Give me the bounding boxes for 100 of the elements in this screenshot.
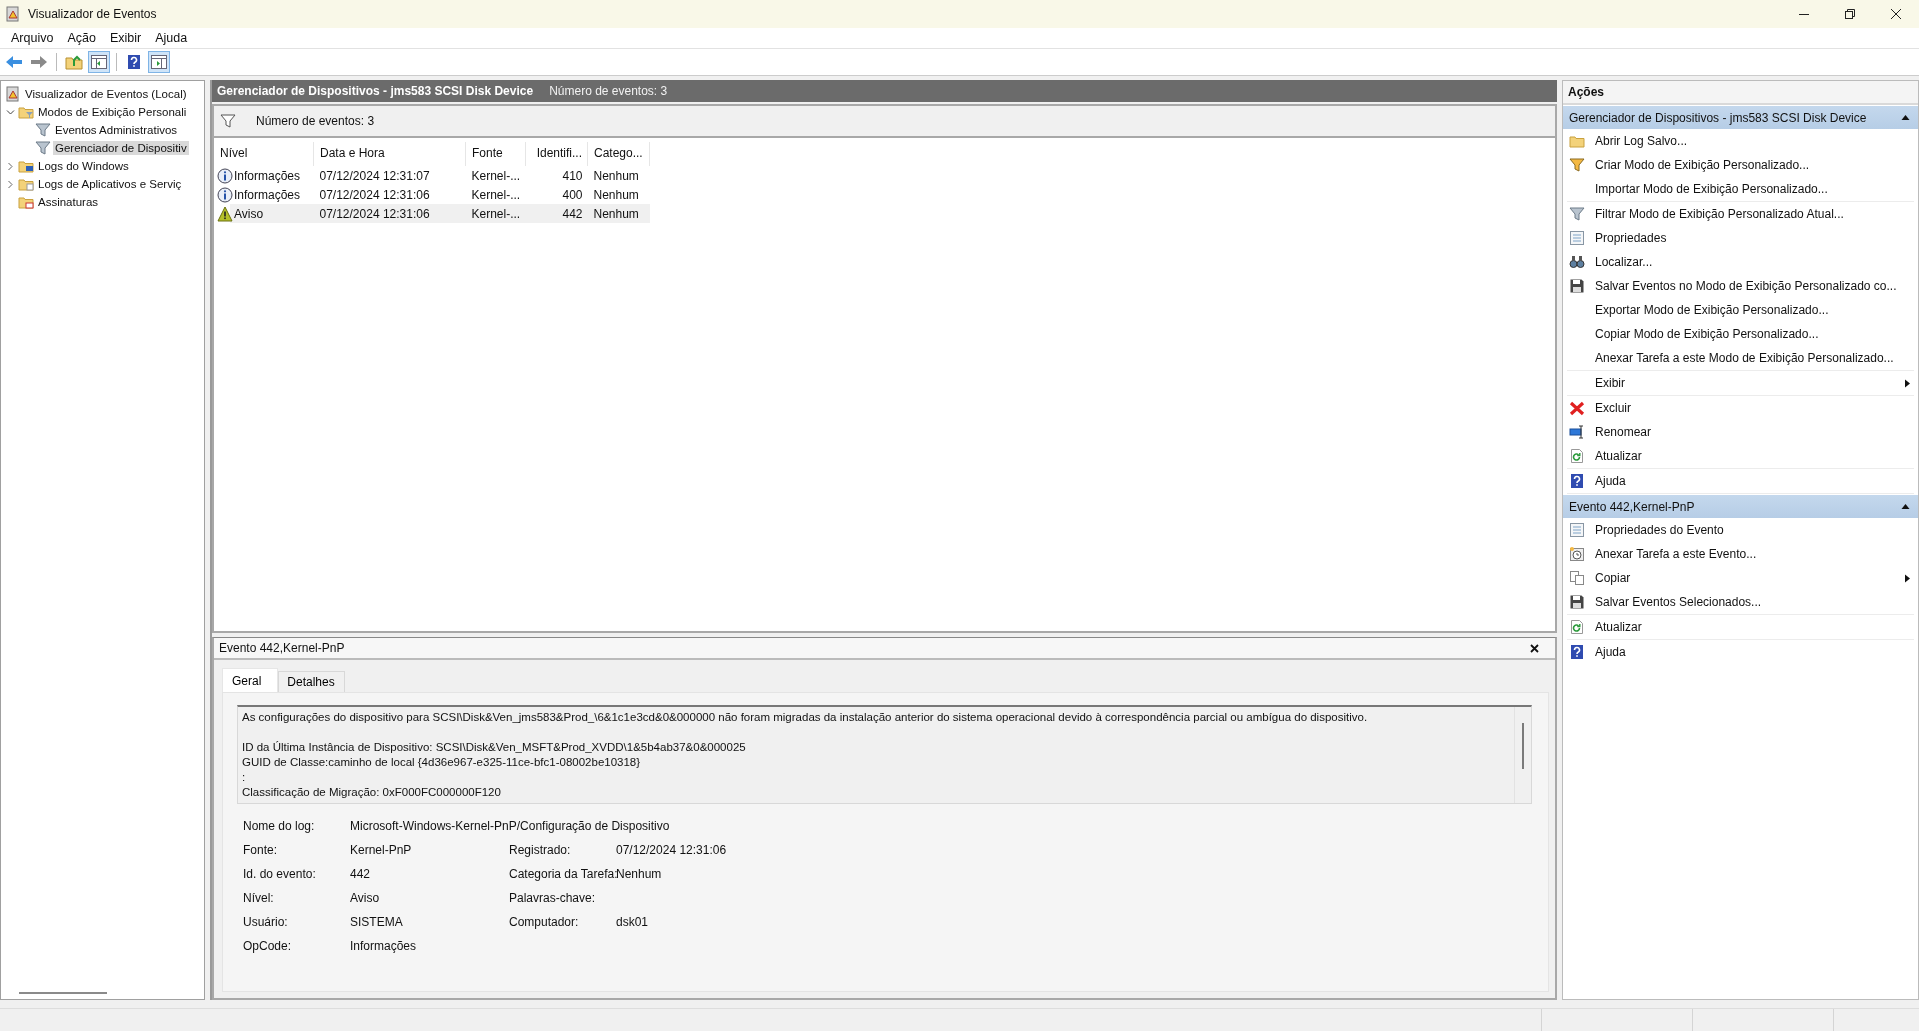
action-item[interactable]: Atualizar (1567, 444, 1914, 468)
field-label: Nome do log: (243, 819, 316, 833)
action-item[interactable]: Importar Modo de Exibição Personalizado... (1567, 177, 1914, 201)
action-item[interactable]: Propriedades (1567, 226, 1914, 250)
section-header[interactable]: Gerenciador de Dispositivos - jms583 SCSI Disk Device (1563, 106, 1918, 129)
help-icon (126, 54, 142, 70)
refresh-icon (1569, 448, 1585, 464)
folder-icon (18, 104, 34, 120)
delete-icon (1569, 400, 1585, 416)
action-item[interactable]: Excluir (1567, 396, 1914, 420)
close-button[interactable] (1528, 641, 1541, 655)
column-header[interactable]: Data e Hora (313, 142, 466, 166)
tree-item[interactable]: Logs do Windows (36, 159, 131, 173)
details-title: Evento 442,Kernel-PnP (219, 641, 345, 655)
field-value: 07/12/2024 12:31:06 (616, 843, 727, 857)
message-text: ID da Última Instância de Dispositivo: SCSI\Disk&Ven_MSFT&Prod_XVDD\1&5b4ab37&0&000025 (242, 740, 747, 755)
action-item[interactable]: Ajuda (1567, 640, 1914, 664)
table-cell: Nenhum (593, 206, 639, 221)
tab[interactable]: Geral (222, 668, 279, 692)
table-cell: 07/12/2024 12:31:06 (319, 206, 430, 221)
action-item[interactable]: Exibir (1567, 371, 1914, 395)
action-item[interactable]: Copiar (1567, 566, 1914, 590)
field-value: Informações (350, 939, 417, 953)
event-log-icon (5, 6, 21, 22)
action-item[interactable]: Anexar Tarefa a este Modo de Exibição Personalizado... (1567, 346, 1914, 370)
column-header[interactable]: Nível (214, 142, 314, 166)
action-item[interactable]: Anexar Tarefa a este Evento... (1567, 542, 1914, 566)
event-count: Número de eventos: 3 (549, 84, 668, 98)
restore-icon (1845, 9, 1855, 19)
window-title: Visualizador de Eventos (28, 7, 157, 21)
expanded-chevron-icon[interactable] (6, 107, 15, 117)
action-item[interactable]: Filtrar Modo de Exibição Personalizado Atual... (1567, 202, 1914, 226)
action-item[interactable]: Salvar Eventos Selecionados... (1567, 590, 1914, 614)
action-item[interactable]: Propriedades do Evento (1567, 518, 1914, 542)
column-header[interactable]: Fonte (465, 142, 526, 166)
field-value: Nenhum (616, 867, 662, 881)
column-header[interactable]: Catego... (587, 142, 650, 166)
action-item[interactable]: Criar Modo de Exibição Personalizado... (1567, 153, 1914, 177)
folder-icon (1569, 133, 1585, 149)
field-value: Microsoft-Windows-Kernel-PnP/Configuração de Dispositivo (350, 819, 670, 833)
action-item[interactable]: Exportar Modo de Exibição Personalizado... (1567, 298, 1914, 322)
tree-item[interactable]: Visualizador de Eventos (Local) (23, 87, 189, 101)
table-cell: Informações (234, 187, 301, 202)
field-label: Id. do evento: (243, 867, 317, 881)
field-label: Nível: (243, 891, 275, 905)
tree-item[interactable]: Assinaturas (36, 195, 101, 209)
action-item[interactable]: Abrir Log Salvo... (1567, 129, 1914, 153)
tree-item[interactable]: Logs de Aplicativos e Serviç (36, 177, 184, 191)
tab[interactable]: Detalhes (278, 671, 345, 692)
action-item[interactable]: Atualizar (1567, 615, 1914, 639)
table-row[interactable]: Informações 07/12/2024 12:31:07 Kernel-... 410 Nenhum (214, 166, 650, 185)
funnel-icon (1569, 157, 1585, 173)
actions-title: Ações (1563, 81, 1918, 105)
table-cell: 07/12/2024 12:31:07 (319, 168, 430, 183)
tree-item[interactable]: Eventos Administrativos (53, 123, 180, 137)
panel-icon (150, 53, 168, 71)
menu-item[interactable]: Exibir (102, 31, 149, 45)
event-log-icon (5, 86, 21, 102)
funnel-icon (35, 122, 51, 138)
message-text: Classificação de Migração: 0xF000FC000000F120 (242, 785, 502, 800)
toolbar-button[interactable] (88, 51, 110, 73)
action-item[interactable]: Copiar Modo de Exibição Personalizado... (1567, 322, 1914, 346)
section-header[interactable]: Evento 442,Kernel-PnP (1563, 495, 1918, 518)
close-icon (1891, 9, 1901, 19)
collapsed-chevron-icon[interactable] (6, 179, 15, 189)
folder-icon (18, 158, 34, 174)
toolbar-button[interactable] (148, 51, 170, 73)
column-header[interactable]: Identifi... (525, 142, 588, 166)
warning-icon (217, 205, 233, 222)
field-value: Aviso (350, 891, 380, 905)
action-item[interactable]: Renomear (1567, 420, 1914, 444)
message-text: As configurações do dispositivo para SCSI\Disk&Ven_jms583&Prod_\6&1c1e3cd&0&000000 não foram migradas da instalação anterior do sistema operacional devido à correspondência parcial ou ambígua do dispositivo. (242, 710, 1369, 725)
menu-item[interactable]: Arquivo (4, 31, 61, 45)
table-row[interactable]: Aviso 07/12/2024 12:31:06 Kernel-... 442 Nenhum (214, 204, 650, 223)
scrollbar-thumb[interactable] (1522, 723, 1524, 769)
field-value: 442 (350, 867, 371, 881)
back-arrow-icon (5, 53, 23, 71)
filter-count: Número de eventos: 3 (256, 114, 375, 128)
field-value: SISTEMA (350, 915, 403, 929)
collapsed-chevron-icon[interactable] (6, 161, 15, 171)
table-cell: 442 (562, 206, 583, 221)
table-cell: Nenhum (593, 187, 639, 202)
field-label: Computador: (509, 915, 580, 929)
scrollbar-thumb[interactable] (19, 992, 107, 994)
action-item[interactable]: Salvar Eventos no Modo de Exibição Personalizado co... (1567, 274, 1914, 298)
field-label: OpCode: (243, 939, 293, 953)
field-label: Usuário: (243, 915, 289, 929)
menu-item[interactable]: Ajuda (148, 31, 195, 45)
table-row[interactable]: Informações 07/12/2024 12:31:06 Kernel-... 400 Nenhum (214, 185, 650, 204)
tree-item[interactable]: Modos de Exibição Personali (36, 105, 189, 119)
action-item[interactable]: Localizar... (1567, 250, 1914, 274)
action-item[interactable]: Ajuda (1567, 469, 1914, 493)
message-box[interactable] (237, 705, 1532, 804)
tree-item[interactable]: Gerenciador de Dispositiv (53, 141, 189, 155)
table-cell: 07/12/2024 12:31:06 (319, 187, 430, 202)
menu-item[interactable]: Ação (60, 31, 103, 45)
panel-icon (90, 53, 108, 71)
message-text: GUID de Classe:caminho de local {4d36e967-e325-11ce-bfc1-08002be10318} (242, 755, 642, 770)
info-icon (217, 186, 233, 203)
folder-icon (18, 194, 34, 210)
